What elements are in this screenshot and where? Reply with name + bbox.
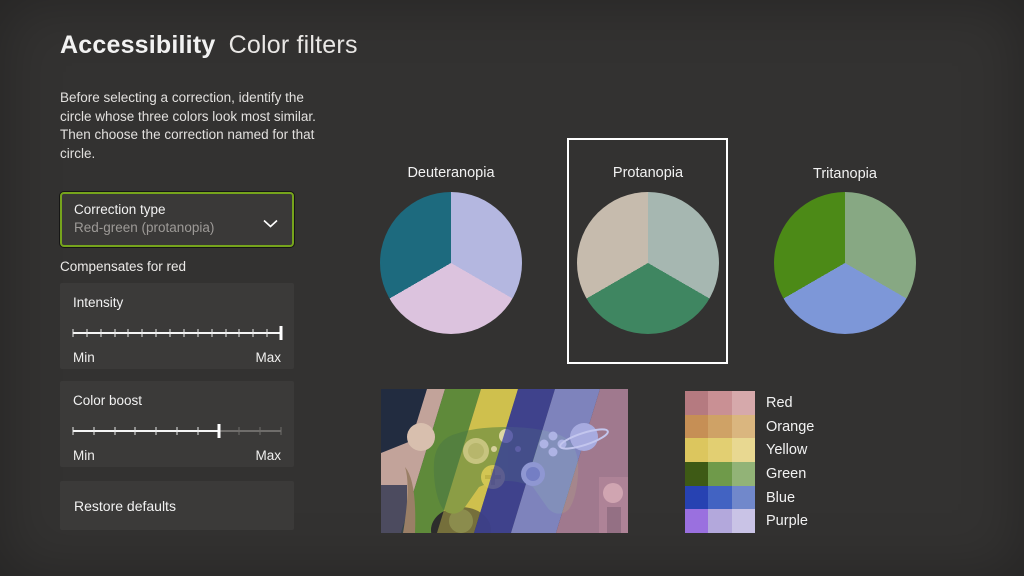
palette-swatch xyxy=(685,438,708,462)
slider-tick xyxy=(170,329,171,337)
slider-tick xyxy=(114,427,115,435)
palette-row xyxy=(685,462,755,486)
palette-color-label: Green xyxy=(766,462,814,486)
intensity-card: Intensity Min Max xyxy=(60,283,294,369)
slider-minmax: Min Max xyxy=(73,350,281,365)
slider-tick xyxy=(135,427,136,435)
min-label: Min xyxy=(73,350,95,365)
max-label: Max xyxy=(255,350,281,365)
pie-chart-protanopia[interactable] xyxy=(577,192,719,334)
slider-tick xyxy=(114,329,115,337)
page-title-section: Accessibility xyxy=(60,31,215,59)
palette-color-label: Yellow xyxy=(766,438,814,462)
slider-tick xyxy=(73,427,74,435)
palette-color-label: Purple xyxy=(766,509,814,533)
slider-tick xyxy=(197,427,198,435)
slider-tick xyxy=(142,329,143,337)
page-title: Accessibility Color filters xyxy=(60,31,358,60)
pie-chart-deuteranopia[interactable] xyxy=(380,192,522,334)
intensity-slider[interactable] xyxy=(73,325,281,341)
compensates-text: Compensates for red xyxy=(60,259,186,274)
palette-swatch xyxy=(732,509,755,533)
restore-defaults-button[interactable]: Restore defaults xyxy=(60,481,294,530)
color-boost-slider[interactable] xyxy=(73,423,281,439)
slider-tick xyxy=(86,329,87,337)
pie-title-deuteranopia: Deuteranopia xyxy=(371,165,531,181)
slider-tick xyxy=(267,329,268,337)
palette-labels: RedOrangeYellowGreenBluePurple xyxy=(766,391,814,533)
instructions-text: Before selecting a correction, identify … xyxy=(60,89,336,164)
slider-tick xyxy=(73,329,74,337)
correction-type-dropdown[interactable]: Correction type Red-green (protanopia) xyxy=(60,192,294,247)
color-boost-card: Color boost Min Max xyxy=(60,381,294,467)
palette-swatch xyxy=(685,462,708,486)
palette-row xyxy=(685,486,755,510)
palette-swatch xyxy=(732,438,755,462)
palette-grid xyxy=(685,391,755,533)
palette-row xyxy=(685,438,755,462)
palette-color-label: Blue xyxy=(766,486,814,510)
slider-tick xyxy=(177,427,178,435)
slider-handle[interactable] xyxy=(217,424,220,438)
palette-color-label: Orange xyxy=(766,415,814,439)
max-label: Max xyxy=(255,448,281,463)
chevron-down-icon xyxy=(263,215,278,233)
pie-chart-tritanopia[interactable] xyxy=(774,192,916,334)
dropdown-label: Correction type xyxy=(74,202,280,217)
min-label: Min xyxy=(73,448,95,463)
slider-tick xyxy=(128,329,129,337)
palette-swatch xyxy=(708,462,731,486)
slider-tick xyxy=(239,329,240,337)
slider-tick xyxy=(211,329,212,337)
slider-tick xyxy=(183,329,184,337)
palette-swatch xyxy=(685,509,708,533)
intensity-label: Intensity xyxy=(73,295,281,310)
color-filter-preview-image xyxy=(381,389,628,533)
palette-row xyxy=(685,391,755,415)
palette-swatch xyxy=(685,486,708,510)
palette-swatch xyxy=(732,462,755,486)
slider-handle[interactable] xyxy=(280,326,283,340)
slider-tick xyxy=(253,329,254,337)
palette-swatch xyxy=(732,391,755,415)
palette-swatch xyxy=(732,486,755,510)
page-title-subsection: Color filters xyxy=(229,31,358,59)
slider-minmax: Min Max xyxy=(73,448,281,463)
color-filters-screen: Accessibility Color filters Before selec… xyxy=(0,0,1024,576)
pie-title-tritanopia: Tritanopia xyxy=(765,166,925,182)
palette-swatch xyxy=(708,391,731,415)
palette-swatch xyxy=(708,486,731,510)
palette-swatch xyxy=(708,415,731,439)
slider-tick xyxy=(156,427,157,435)
palette-swatch xyxy=(708,438,731,462)
slider-fill xyxy=(73,332,281,334)
slider-tick xyxy=(239,427,240,435)
palette-swatch xyxy=(685,415,708,439)
color-boost-label: Color boost xyxy=(73,393,281,408)
palette-row xyxy=(685,415,755,439)
palette-swatch xyxy=(708,509,731,533)
slider-tick xyxy=(225,329,226,337)
slider-tick xyxy=(197,329,198,337)
palette-row xyxy=(685,509,755,533)
palette-swatch xyxy=(685,391,708,415)
palette-swatch xyxy=(732,415,755,439)
slider-tick xyxy=(93,427,94,435)
palette-color-label: Red xyxy=(766,391,814,415)
slider-tick xyxy=(260,427,261,435)
slider-tick xyxy=(281,427,282,435)
controller-preview-illustration xyxy=(381,389,628,533)
dropdown-value: Red-green (protanopia) xyxy=(74,220,280,235)
slider-tick xyxy=(156,329,157,337)
slider-tick xyxy=(100,329,101,337)
